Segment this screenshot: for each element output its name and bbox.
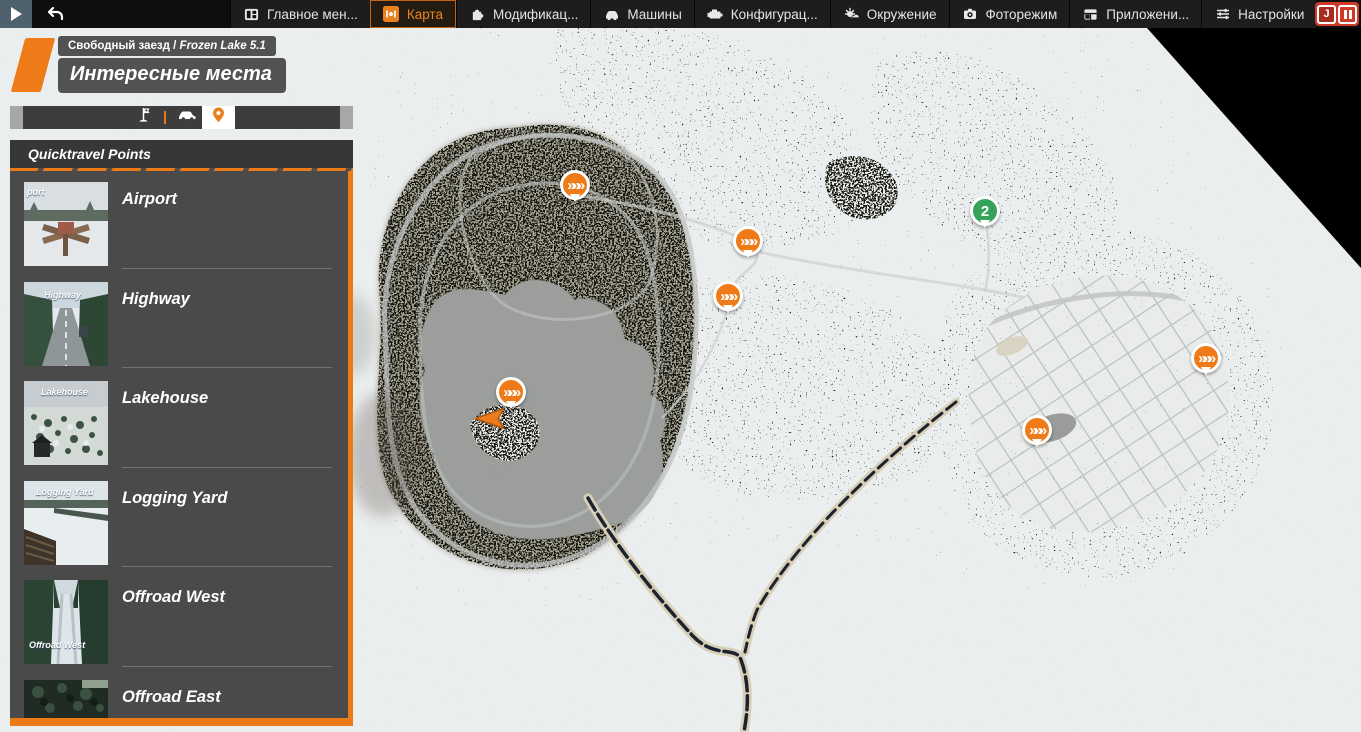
tabbar-scroll-cap-right	[340, 106, 353, 129]
j-key-button[interactable]: J	[1317, 5, 1336, 24]
mods-icon	[469, 6, 486, 23]
breadcrumb-mode: Свободный заезд	[68, 40, 170, 52]
quicktravel-marker[interactable]: »»»	[1191, 343, 1221, 373]
menu-tab-environment[interactable]: Окружение	[830, 0, 949, 28]
thumb-label: Offroad West	[29, 640, 85, 650]
list-item-label: Offroad East	[122, 688, 221, 718]
app-logo	[11, 38, 55, 92]
undo-icon	[47, 7, 64, 22]
undo-button[interactable]	[40, 0, 70, 28]
list-item-logging-yard[interactable]: Logging Yard Logging Yard	[10, 481, 348, 581]
thumb-label: Highway	[44, 290, 81, 300]
tabbar-separator	[164, 111, 166, 124]
quicktravel-marker[interactable]: »»»	[496, 377, 526, 407]
list-item-highway[interactable]: Highway Highway	[10, 282, 348, 382]
poi-category-tabbar	[10, 106, 353, 129]
breadcrumb: Свободный заезд / Frozen Lake 5.1	[58, 36, 276, 56]
vehicles-icon	[603, 6, 620, 23]
list-item-label: Logging Yard	[122, 489, 227, 581]
thumbnail-offroad-east	[24, 680, 108, 718]
menu-label: Настройки	[1238, 7, 1304, 22]
thumb-label: Lakehouse	[41, 387, 88, 397]
thumbnail-offroad-west: Offroad West	[24, 580, 108, 664]
menu-label: Карта	[407, 7, 443, 22]
pause-button[interactable]	[1338, 5, 1357, 24]
quicktravel-marker[interactable]: »»»	[733, 226, 763, 256]
menu-tab-main-menu[interactable]: Главное мен...	[230, 0, 370, 28]
play-button[interactable]	[0, 0, 32, 28]
tab-vehicles-poi[interactable]	[172, 106, 202, 129]
apps-icon	[1082, 6, 1099, 23]
sidebar-bottom-bar	[10, 718, 353, 726]
tab-missions[interactable]	[128, 106, 158, 129]
menu-label: Модификац...	[493, 7, 578, 22]
thumbnail-logging-yard: Logging Yard	[24, 481, 108, 565]
main-menu-icon	[243, 6, 260, 23]
tabbar-scroll-cap-left	[10, 106, 23, 129]
play-icon	[10, 7, 22, 21]
menu-tab-config[interactable]: Конфигурац...	[694, 0, 830, 28]
list-item-label: Airport	[122, 190, 177, 282]
tab-quicktravel[interactable]	[202, 106, 235, 129]
settings-icon	[1214, 6, 1231, 23]
menu-tab-photomode[interactable]: Фоторежим	[949, 0, 1070, 28]
car-icon	[178, 109, 197, 127]
menu-tab-mods[interactable]: Модификац...	[456, 0, 590, 28]
menu-tab-apps[interactable]: Приложени...	[1069, 0, 1201, 28]
menu-tab-vehicles[interactable]: Машины	[590, 0, 693, 28]
thumbnail-highway: Highway	[24, 282, 108, 366]
map-pin-icon	[212, 107, 225, 128]
main-menu-tabs: Главное мен... Карта Модификац... Машины	[230, 0, 1316, 28]
window-controls: J	[1315, 2, 1359, 26]
breadcrumb-map-name: Frozen Lake 5.1	[180, 40, 266, 52]
page-title: Интересные места	[58, 58, 286, 93]
quicktravel-marker[interactable]: »»»	[713, 281, 743, 311]
quicktravel-marker[interactable]: »»»	[560, 170, 590, 200]
player-arrow-icon	[473, 407, 507, 431]
thumbnail-airport: port	[24, 182, 108, 266]
grouped-poi-marker[interactable]: 2	[970, 196, 1000, 226]
photomode-icon	[962, 6, 979, 23]
list-item-lakehouse[interactable]: Lakehouse Lakehouse	[10, 381, 348, 481]
menu-tab-settings[interactable]: Настройки	[1201, 0, 1316, 28]
environment-icon	[843, 6, 860, 23]
menu-label: Главное мен...	[267, 7, 358, 22]
list-item-airport[interactable]: port Airport	[10, 182, 348, 282]
thumb-label: port	[27, 187, 45, 197]
map-icon	[383, 6, 400, 23]
game-screen: »»» »»» »»» »»» »»» »»» 2 Главное мен...	[0, 0, 1361, 732]
thumbnail-lakehouse: Lakehouse	[24, 381, 108, 465]
sidebar-header: Свободный заезд / Frozen Lake 5.1 Интере…	[10, 38, 286, 93]
flag-icon	[136, 107, 151, 128]
quicktravel-marker[interactable]: »»»	[1022, 415, 1052, 445]
list-item-offroad-east[interactable]: Offroad East	[10, 680, 348, 718]
menu-tab-map[interactable]: Карта	[370, 0, 456, 28]
section-header: Quicktravel Points	[10, 140, 353, 168]
breadcrumb-separator: /	[173, 40, 176, 52]
list-item-label: Offroad West	[122, 588, 225, 680]
thumb-label: Logging Yard	[36, 487, 94, 497]
menu-label: Приложени...	[1106, 7, 1189, 22]
menu-label: Конфигурац...	[731, 7, 818, 22]
section-title: Quicktravel Points	[28, 146, 151, 162]
top-menu-bar: Главное мен... Карта Модификац... Машины	[0, 0, 1361, 28]
list-item-label: Highway	[122, 290, 190, 382]
menu-label: Машины	[627, 7, 681, 22]
player-position-marker	[473, 407, 507, 436]
config-icon	[707, 6, 724, 23]
menu-label: Окружение	[867, 7, 937, 22]
list-item-offroad-west[interactable]: Offroad West Offroad West	[10, 580, 348, 680]
poi-sidebar: Свободный заезд / Frozen Lake 5.1 Интере…	[10, 28, 353, 726]
list-item-label: Lakehouse	[122, 389, 208, 481]
quicktravel-list: port Airport Highway	[10, 171, 353, 718]
menu-label: Фоторежим	[986, 7, 1058, 22]
